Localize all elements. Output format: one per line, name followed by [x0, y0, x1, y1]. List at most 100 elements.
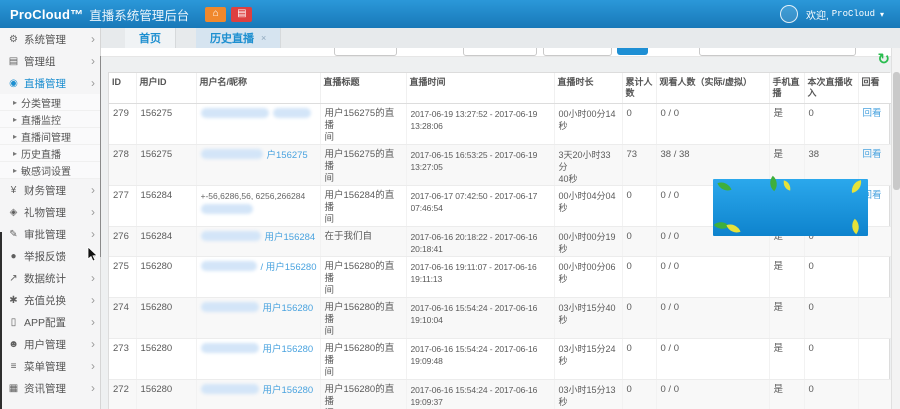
video-preview-popup[interactable] [713, 179, 868, 236]
sidebar-item[interactable]: ≡ 菜单管理 › [0, 355, 100, 377]
redacted-username-blur [201, 302, 259, 312]
cell-viewers-actual-virtual: 0 / 0 [656, 380, 769, 409]
cell-total-viewers: 0 [622, 298, 656, 339]
sidebar-item-label: 系统管理 [24, 32, 91, 47]
column-header: 回看 [858, 73, 891, 104]
toolbar-red-button[interactable]: ▤ [231, 7, 252, 22]
sidebar-item-label: 资讯管理 [24, 381, 91, 396]
sidebar-item[interactable]: ✱ 充值兑换 › [0, 289, 100, 311]
sidebar-subitem[interactable]: ▸ 历史直播 [0, 145, 100, 162]
sidebar-subitem-label: 敏感词设置 [21, 163, 100, 178]
scrollbar-thumb[interactable] [893, 72, 900, 190]
cell-total-viewers: 0 [622, 104, 656, 145]
sidebar-item[interactable]: ▤ 管理组 › [0, 50, 100, 72]
sidebar-item-label: 菜单管理 [24, 359, 91, 374]
cell-total-viewers: 0 [622, 339, 656, 380]
sidebar-subitem[interactable]: ▸ 直播间管理 [0, 128, 100, 145]
redacted-username-blur [201, 149, 263, 159]
app-title: 直播系统管理后台 [89, 5, 189, 24]
cell-income: 0 [804, 257, 858, 298]
cell-total-viewers: 0 [622, 257, 656, 298]
cell-total-viewers: 0 [622, 186, 656, 227]
sidebar-subitem[interactable]: ▸ 敏感词设置 [0, 162, 100, 179]
gear-icon: ✱ [7, 295, 20, 306]
sidebar-item[interactable]: ¥ 财务管理 › [0, 179, 100, 201]
live-time-range: 2017-06-19 13:27:52 - 2017-06-19 13:28:0… [411, 108, 551, 132]
mouse-cursor-icon [87, 247, 98, 262]
column-header: 直播时间 [406, 73, 554, 104]
chevron-right-icon: › [91, 294, 95, 306]
user-link[interactable]: 用户156280 [263, 303, 314, 314]
sidebar-subitem[interactable]: ▸ 分类管理 [0, 94, 100, 111]
user-link[interactable]: / 用户156280 [261, 262, 317, 273]
cell-id: 276 [109, 227, 136, 257]
cell-viewers-actual-virtual: 0 / 0 [656, 298, 769, 339]
sidebar-item[interactable]: ◈ 礼物管理 › [0, 201, 100, 223]
filter-input-3[interactable] [543, 48, 612, 56]
replay-link[interactable]: 回看 [863, 108, 882, 119]
column-header: 手机直 播 [769, 73, 804, 104]
edit-icon: ✎ [7, 229, 20, 240]
redacted-username-blur [201, 384, 259, 394]
tab-history-live[interactable]: 历史直播 × [196, 28, 281, 48]
cell-time: 2017-06-17 07:42:50 - 2017-06-17 07:46:5… [406, 186, 554, 227]
table-row: 272156280用户156280用户156280的直播 间2017-06-16… [109, 380, 891, 409]
sidebar-item[interactable]: ▦ 资讯管理 › [0, 377, 100, 399]
sidebar-item[interactable]: ↗ 数据统计 › [0, 267, 100, 289]
sidebar-item[interactable]: ◉ 直播管理 › [0, 72, 100, 94]
cell-title: 用户156275的直播 间 [320, 145, 406, 186]
topbar: ProCloud™ 直播系统管理后台 ⌂ ▤ 欢迎, ProCloud ▾ [0, 0, 900, 28]
column-header: 直播时长 [554, 73, 622, 104]
cell-viewers-actual-virtual: 0 / 0 [656, 104, 769, 145]
submenu-arrow-icon: ▸ [13, 166, 17, 175]
cell-id: 275 [109, 257, 136, 298]
replay-link[interactable]: 回看 [863, 149, 882, 160]
user-link[interactable]: 用户156284 [265, 232, 316, 243]
sidebar-subitem[interactable]: ▸ 直播监控 [0, 111, 100, 128]
chevron-right-icon: › [91, 338, 95, 350]
sidebar-item[interactable]: ⚙ 系统管理 › [0, 28, 100, 50]
cell-time: 2017-06-16 15:54:24 - 2017-06-16 19:09:4… [406, 339, 554, 380]
sidebar-item[interactable]: ▯ APP配置 › [0, 311, 100, 333]
tab-home[interactable]: 首页 [125, 28, 176, 48]
chevron-right-icon: › [91, 382, 95, 394]
user-link[interactable]: 户156275 [267, 150, 308, 161]
filter-input-2[interactable] [463, 48, 537, 56]
close-icon[interactable]: × [261, 33, 266, 43]
cell-time: 2017-06-16 19:11:07 - 2017-06-16 19:11:1… [406, 257, 554, 298]
vertical-scrollbar[interactable] [891, 48, 900, 409]
cell-duration: 00小时00分19 秒 [554, 227, 622, 257]
user-menu[interactable]: 欢迎, ProCloud ▾ [780, 5, 884, 23]
sidebar-item[interactable]: ✎ 审批管理 › [0, 223, 100, 245]
redacted-username-blur [273, 108, 311, 118]
column-header: 累计人 数 [622, 73, 656, 104]
filter-input-1[interactable] [334, 48, 397, 56]
filter-search-button[interactable] [617, 48, 648, 55]
chevron-right-icon: › [91, 33, 95, 45]
cell-duration: 03小时15分24 秒 [554, 339, 622, 380]
sidebar-item[interactable]: ● 举报反馈 › [0, 245, 100, 267]
cell-total-viewers: 0 [622, 227, 656, 257]
chart-icon: ↗ [7, 273, 20, 284]
cell-title: 用户156280的直播 间 [320, 380, 406, 409]
sidebar-item-label: 充值兑换 [24, 293, 91, 308]
cell-replay: 回看 [858, 104, 891, 145]
table-row: 275156280/ 用户156280用户156280的直播 间2017-06-… [109, 257, 891, 298]
cell-title: 用户156284的直播 间 [320, 186, 406, 227]
user-link[interactable]: 用户156280 [263, 344, 314, 355]
refresh-icon[interactable]: ↻ [877, 52, 890, 67]
home-button[interactable]: ⌂ [205, 7, 226, 22]
sidebar-menu: ⚙ 系统管理 › ▤ 管理组 › ◉ 直播管理 › ▸ 分类管理 ▸ 直播监控 … [0, 28, 101, 409]
sidebar-item[interactable]: ☻ 用户管理 › [0, 333, 100, 355]
live-time-range: 2017-06-17 07:42:50 - 2017-06-17 07:46:5… [411, 190, 551, 214]
left-edge-strip [0, 232, 2, 409]
filter-input-4[interactable] [699, 48, 856, 56]
live-time-range: 2017-06-15 16:53:25 - 2017-06-19 13:27:0… [411, 149, 551, 173]
redacted-username-blur [201, 231, 261, 241]
sidebar-subitem-label: 直播间管理 [21, 129, 100, 144]
cell-id: 277 [109, 186, 136, 227]
cell-income: 0 [804, 339, 858, 380]
user-link[interactable]: 用户156280 [263, 385, 314, 396]
cell-id: 272 [109, 380, 136, 409]
column-header: 用户名/昵称 [196, 73, 320, 104]
